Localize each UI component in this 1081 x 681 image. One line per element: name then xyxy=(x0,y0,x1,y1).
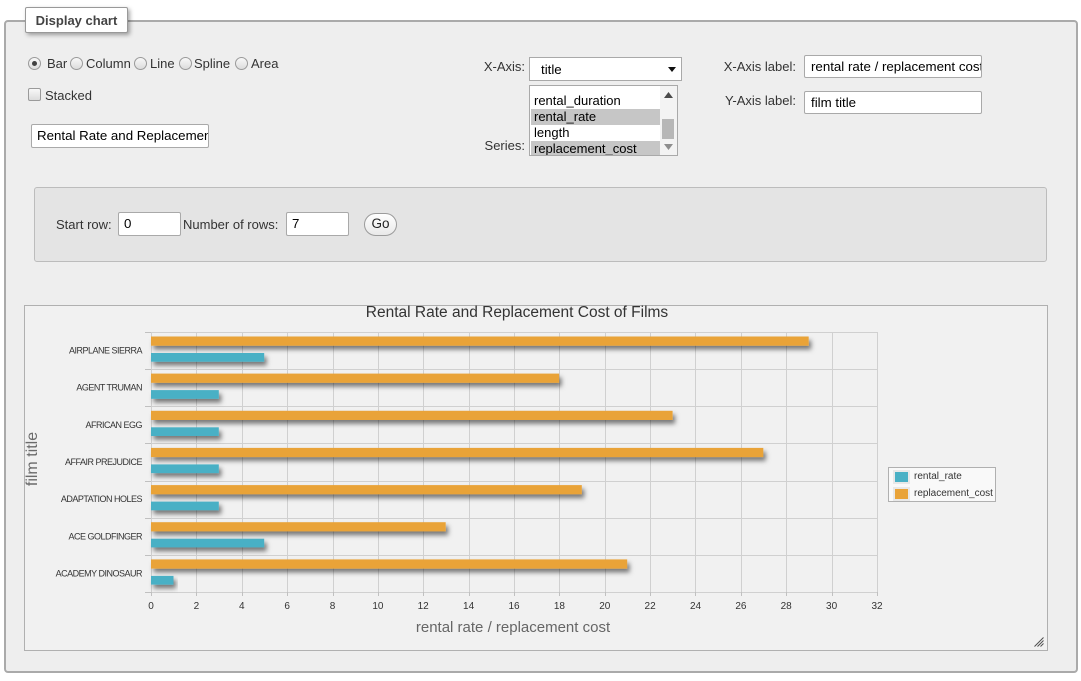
svg-text:AFRICAN EGG: AFRICAN EGG xyxy=(85,420,142,430)
svg-text:8: 8 xyxy=(330,601,336,612)
svg-text:12: 12 xyxy=(418,601,430,612)
svg-text:28: 28 xyxy=(781,601,793,612)
svg-text:AFFAIR PREJUDICE: AFFAIR PREJUDICE xyxy=(65,457,143,467)
svg-text:4: 4 xyxy=(239,601,245,612)
svg-text:16: 16 xyxy=(508,601,520,612)
svg-text:32: 32 xyxy=(871,601,883,612)
svg-text:22: 22 xyxy=(645,601,657,612)
svg-text:30: 30 xyxy=(826,601,838,612)
svg-text:10: 10 xyxy=(372,601,384,612)
svg-text:AGENT TRUMAN: AGENT TRUMAN xyxy=(76,383,142,393)
svg-text:2: 2 xyxy=(194,601,200,612)
svg-text:AIRPLANE SIERRA: AIRPLANE SIERRA xyxy=(69,346,143,356)
svg-text:0: 0 xyxy=(148,601,154,612)
svg-text:24: 24 xyxy=(690,601,702,612)
svg-text:20: 20 xyxy=(599,601,611,612)
svg-text:18: 18 xyxy=(554,601,566,612)
svg-text:14: 14 xyxy=(463,601,475,612)
svg-text:ADAPTATION HOLES: ADAPTATION HOLES xyxy=(61,494,143,504)
svg-text:6: 6 xyxy=(284,601,290,612)
svg-text:ACADEMY DINOSAUR: ACADEMY DINOSAUR xyxy=(56,568,143,578)
svg-text:ACE GOLDFINGER: ACE GOLDFINGER xyxy=(68,531,143,541)
svg-text:26: 26 xyxy=(735,601,747,612)
